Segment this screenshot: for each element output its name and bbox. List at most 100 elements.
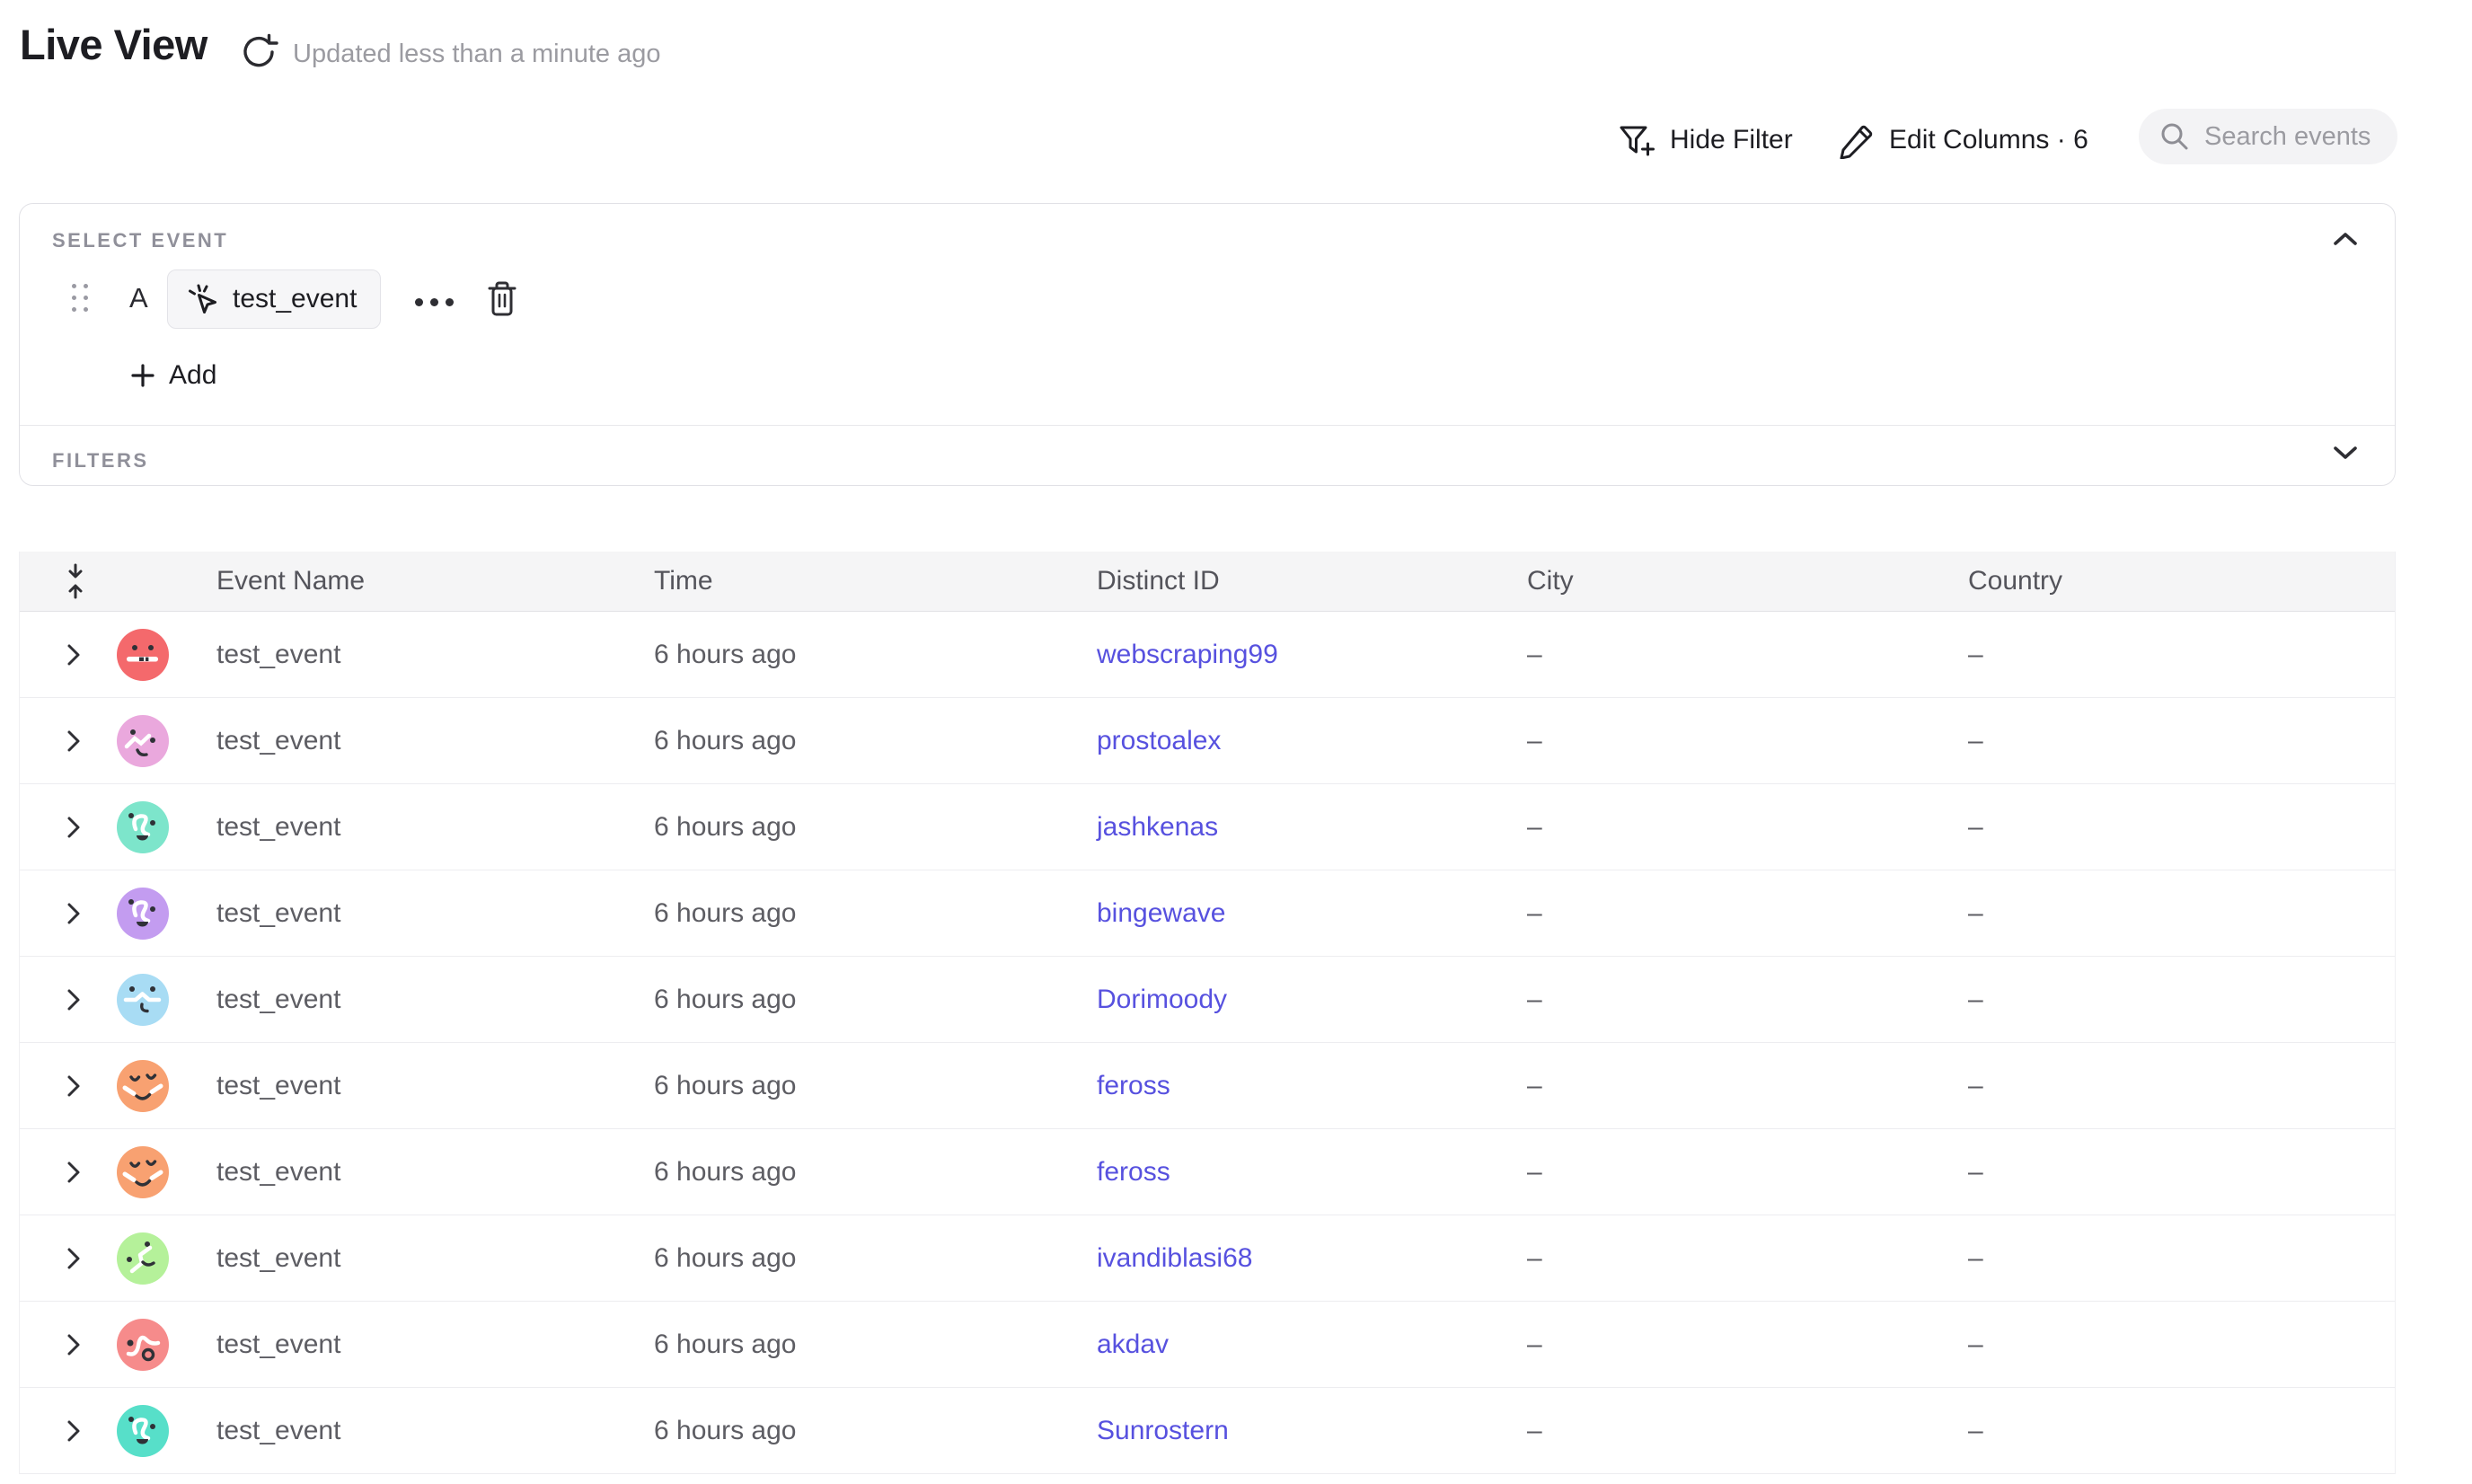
- city-cell: –: [1527, 985, 1968, 1015]
- table-row: test_event 6 hours ago prostoalex – –: [20, 698, 2395, 784]
- expand-row-chevron-icon[interactable]: [66, 1418, 117, 1444]
- time-cell: 6 hours ago: [654, 1416, 1097, 1446]
- add-event-button[interactable]: Add: [129, 355, 216, 396]
- user-avatar: [117, 801, 169, 853]
- event-name-cell: test_event: [216, 640, 654, 670]
- time-cell: 6 hours ago: [654, 985, 1097, 1015]
- expand-row-chevron-icon[interactable]: [66, 1246, 117, 1271]
- add-button-label: Add: [169, 360, 216, 391]
- search-icon: [2159, 120, 2191, 153]
- table-row: test_event 6 hours ago feross – –: [20, 1043, 2395, 1129]
- expand-row-chevron-icon[interactable]: [66, 1332, 117, 1357]
- search-input[interactable]: [2204, 122, 2384, 152]
- distinct-id-link[interactable]: akdav: [1097, 1329, 1527, 1360]
- live-events-table: Event Name Time Distinct ID City Country…: [19, 552, 2396, 1474]
- user-avatar: [117, 629, 169, 681]
- time-cell: 6 hours ago: [654, 898, 1097, 929]
- table-body: test_event 6 hours ago webscraping99 – –…: [20, 612, 2395, 1474]
- table-row: test_event 6 hours ago ivandiblasi68 – –: [20, 1215, 2395, 1302]
- filter-plus-icon: [1617, 120, 1655, 160]
- event-name-cell: test_event: [216, 1071, 654, 1101]
- delete-trash-icon[interactable]: [485, 279, 519, 319]
- event-name-cell: test_event: [216, 726, 654, 756]
- distinct-id-link[interactable]: ivandiblasi68: [1097, 1243, 1527, 1274]
- refresh-icon[interactable]: [239, 32, 278, 72]
- city-cell: –: [1527, 898, 1968, 929]
- distinct-id-link[interactable]: prostoalex: [1097, 726, 1527, 756]
- event-selector-chip[interactable]: test_event: [167, 269, 381, 329]
- filters-label: FILTERS: [52, 449, 149, 473]
- cursor-click-icon: [186, 282, 220, 316]
- expand-row-chevron-icon[interactable]: [66, 1073, 117, 1099]
- search-events-box[interactable]: [2139, 109, 2397, 164]
- hide-filter-button[interactable]: Hide Filter: [1617, 115, 1793, 165]
- expand-filters-chevron-down-icon[interactable]: [2332, 445, 2359, 461]
- edit-columns-button[interactable]: Edit Columns · 6: [1836, 115, 2088, 165]
- collapse-all-rows-icon[interactable]: [63, 562, 117, 600]
- distinct-id-link[interactable]: bingewave: [1097, 898, 1527, 929]
- distinct-id-link[interactable]: feross: [1097, 1071, 1527, 1101]
- time-cell: 6 hours ago: [654, 640, 1097, 670]
- distinct-id-link[interactable]: jashkenas: [1097, 812, 1527, 843]
- expand-row-chevron-icon[interactable]: [66, 729, 117, 754]
- expand-row-chevron-icon[interactable]: [66, 642, 117, 667]
- drag-handle-icon[interactable]: [72, 284, 92, 314]
- country-cell: –: [1968, 812, 2395, 843]
- page-title: Live View: [20, 20, 207, 69]
- expand-row-chevron-icon[interactable]: [66, 815, 117, 840]
- city-cell: –: [1527, 1243, 1968, 1274]
- city-cell: –: [1527, 640, 1968, 670]
- time-cell: 6 hours ago: [654, 1157, 1097, 1188]
- table-row: test_event 6 hours ago jashkenas – –: [20, 784, 2395, 870]
- expand-row-chevron-icon[interactable]: [66, 1160, 117, 1185]
- user-avatar: [117, 715, 169, 767]
- collapse-section-chevron-up-icon[interactable]: [2332, 231, 2359, 247]
- distinct-id-link[interactable]: webscraping99: [1097, 640, 1527, 670]
- country-cell: –: [1968, 985, 2395, 1015]
- table-row: test_event 6 hours ago akdav – –: [20, 1302, 2395, 1388]
- distinct-id-link[interactable]: Dorimoody: [1097, 985, 1527, 1015]
- column-header-city: City: [1527, 566, 1968, 596]
- more-options-icon[interactable]: [410, 293, 459, 312]
- city-cell: –: [1527, 1416, 1968, 1446]
- distinct-id-link[interactable]: Sunrostern: [1097, 1416, 1527, 1446]
- expand-row-chevron-icon[interactable]: [66, 901, 117, 926]
- user-avatar: [117, 974, 169, 1026]
- distinct-id-link[interactable]: feross: [1097, 1157, 1527, 1188]
- event-chip-label: test_event: [233, 284, 357, 314]
- hide-filter-label: Hide Filter: [1670, 125, 1793, 155]
- user-avatar: [117, 1060, 169, 1112]
- time-cell: 6 hours ago: [654, 1329, 1097, 1360]
- table-row: test_event 6 hours ago Dorimoody – –: [20, 957, 2395, 1043]
- country-cell: –: [1968, 1071, 2395, 1101]
- event-name-cell: test_event: [216, 1416, 654, 1446]
- table-row: test_event 6 hours ago Sunrostern – –: [20, 1388, 2395, 1474]
- column-header-time: Time: [654, 566, 1097, 596]
- city-cell: –: [1527, 812, 1968, 843]
- country-cell: –: [1968, 1416, 2395, 1446]
- city-cell: –: [1527, 1329, 1968, 1360]
- country-cell: –: [1968, 1157, 2395, 1188]
- query-builder-panel: SELECT EVENT A test_event: [19, 203, 2396, 486]
- country-cell: –: [1968, 898, 2395, 929]
- table-header-row: Event Name Time Distinct ID City Country: [20, 552, 2395, 612]
- country-cell: –: [1968, 1329, 2395, 1360]
- city-cell: –: [1527, 1157, 1968, 1188]
- user-avatar: [117, 1405, 169, 1457]
- table-row: test_event 6 hours ago webscraping99 – –: [20, 612, 2395, 698]
- user-avatar: [117, 1319, 169, 1371]
- last-updated-text: Updated less than a minute ago: [293, 40, 661, 69]
- time-cell: 6 hours ago: [654, 1243, 1097, 1274]
- plus-icon: [129, 362, 156, 389]
- country-cell: –: [1968, 640, 2395, 670]
- time-cell: 6 hours ago: [654, 812, 1097, 843]
- column-header-event-name: Event Name: [216, 566, 654, 596]
- event-query-row: A test_event: [20, 269, 2395, 329]
- user-avatar: [117, 888, 169, 940]
- table-row: test_event 6 hours ago bingewave – –: [20, 870, 2395, 957]
- expand-row-chevron-icon[interactable]: [66, 987, 117, 1012]
- edit-columns-label: Edit Columns · 6: [1889, 125, 2088, 155]
- event-name-cell: test_event: [216, 1243, 654, 1274]
- user-avatar: [117, 1146, 169, 1198]
- event-name-cell: test_event: [216, 812, 654, 843]
